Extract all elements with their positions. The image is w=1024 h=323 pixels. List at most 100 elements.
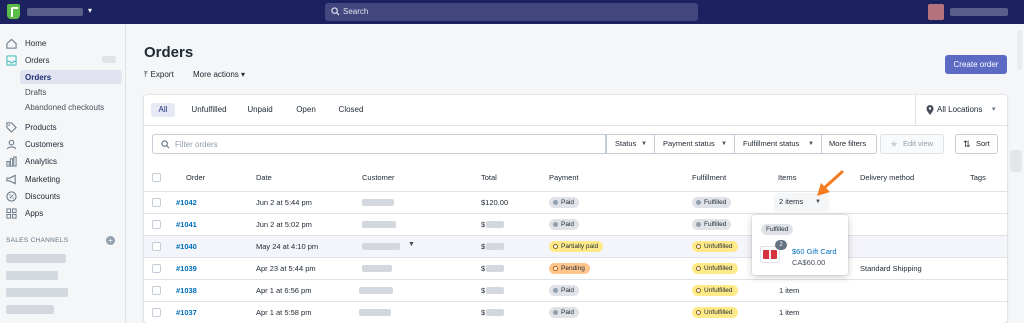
sidebar-item-label: Orders bbox=[25, 56, 50, 65]
payment-status-badge: Paid bbox=[549, 285, 580, 296]
items-count: 1 item bbox=[779, 286, 800, 295]
scrollbar[interactable] bbox=[1017, 30, 1022, 70]
sidebar-item-apps[interactable]: Apps bbox=[0, 206, 126, 221]
order-total: $ bbox=[481, 220, 486, 229]
sales-channel-redacted[interactable] bbox=[6, 271, 58, 280]
search-icon bbox=[331, 7, 340, 16]
upload-icon: ⤒ bbox=[144, 70, 148, 79]
sidebar-item-discounts[interactable]: Discounts bbox=[0, 189, 126, 204]
order-number-link[interactable]: #1039 bbox=[176, 264, 197, 273]
row-checkbox[interactable] bbox=[152, 198, 161, 207]
table-row[interactable]: #1040 May 24 at 4:10 pm ▼ $ Partially pa… bbox=[144, 236, 1007, 258]
table-row[interactable]: #1038 Apr 1 at 6:56 pm $ Paid Unfulfille… bbox=[144, 280, 1007, 302]
order-date: Jun 2 at 5:02 pm bbox=[256, 220, 312, 229]
tab-closed[interactable]: Closed bbox=[333, 103, 369, 117]
sort-button[interactable]: ⇅ Sort bbox=[955, 134, 998, 154]
order-total: $ bbox=[481, 308, 486, 317]
column-header-customer[interactable]: Customer bbox=[362, 173, 395, 182]
sidebar-item-home[interactable]: Home bbox=[0, 36, 126, 51]
tab-unfulfilled[interactable]: Unfulfilled bbox=[183, 103, 235, 117]
column-header-delivery-method[interactable]: Delivery method bbox=[860, 173, 914, 182]
tab-all[interactable]: All bbox=[151, 103, 175, 117]
sidebar-item-label: Customers bbox=[25, 140, 64, 149]
sales-channel-redacted[interactable] bbox=[6, 305, 54, 314]
popover-fulfillment-badge: Fulfilled bbox=[761, 224, 794, 235]
table-row[interactable]: #1039 Apr 23 at 5:44 pm $ Pending Unfulf… bbox=[144, 258, 1007, 280]
table-header: Order Date Customer Total Payment Fulfil… bbox=[144, 165, 1007, 192]
order-number-link[interactable]: #1041 bbox=[176, 220, 197, 229]
side-panel-handle[interactable] bbox=[1010, 150, 1022, 172]
tab-unpaid[interactable]: Unpaid bbox=[242, 103, 278, 117]
sidebar-item-customers[interactable]: Customers bbox=[0, 137, 126, 152]
avatar[interactable] bbox=[928, 4, 944, 20]
row-checkbox[interactable] bbox=[152, 242, 161, 251]
location-selector[interactable]: All Locations ▾ bbox=[915, 95, 1007, 125]
sidebar-subitem-drafts[interactable]: Drafts bbox=[20, 85, 122, 99]
payment-status-filter-button[interactable]: Payment status ▼ bbox=[655, 134, 735, 154]
store-name-redacted[interactable] bbox=[27, 8, 83, 16]
customer-name-redacted bbox=[362, 199, 394, 206]
column-header-tags[interactable]: Tags bbox=[970, 173, 986, 182]
column-header-order[interactable]: Order bbox=[186, 173, 205, 182]
column-header-total[interactable]: Total bbox=[481, 173, 497, 182]
table-row[interactable]: #1042 Jun 2 at 5:44 pm $120.00 Paid Fulf… bbox=[144, 192, 1007, 214]
star-icon: ★ bbox=[890, 139, 899, 149]
sales-channel-redacted[interactable] bbox=[6, 254, 66, 263]
filter-orders-input[interactable]: Filter orders bbox=[152, 134, 606, 154]
fulfillment-status-badge: Fulfilled bbox=[692, 197, 732, 208]
column-header-items[interactable]: Items bbox=[778, 173, 796, 182]
order-number-link[interactable]: #1042 bbox=[176, 198, 197, 207]
status-filter-label: Status bbox=[615, 139, 637, 148]
sales-channel-redacted[interactable] bbox=[6, 288, 68, 297]
product-link[interactable]: $60 Gift Card bbox=[792, 247, 837, 256]
order-date: Jun 2 at 5:44 pm bbox=[256, 198, 312, 207]
sidebar-item-products[interactable]: Products bbox=[0, 120, 126, 135]
row-checkbox[interactable] bbox=[152, 286, 161, 295]
sales-channels-heading: SALES CHANNELS bbox=[6, 237, 69, 244]
items-popover: Fulfilled 2 $60 Gift Card CA$60.00 bbox=[752, 215, 848, 275]
location-pin-icon bbox=[926, 105, 934, 115]
order-number-link[interactable]: #1040 bbox=[176, 242, 197, 251]
order-date: Apr 1 at 5:58 pm bbox=[256, 308, 312, 317]
row-checkbox[interactable] bbox=[152, 308, 161, 317]
select-all-checkbox[interactable] bbox=[152, 173, 161, 182]
delivery-method: Standard Shipping bbox=[860, 264, 922, 273]
page-title: Orders bbox=[144, 44, 194, 61]
customer-icon bbox=[6, 139, 17, 150]
create-order-button[interactable]: Create order bbox=[945, 55, 1007, 74]
search-bar[interactable]: Search bbox=[325, 3, 698, 21]
tab-open[interactable]: Open bbox=[289, 103, 323, 117]
edit-view-button[interactable]: ★ Edit view bbox=[880, 134, 944, 154]
shopify-logo-icon[interactable] bbox=[7, 4, 20, 19]
column-header-date[interactable]: Date bbox=[256, 173, 272, 182]
row-checkbox[interactable] bbox=[152, 264, 161, 273]
top-bar: ▾ Search bbox=[0, 0, 1024, 24]
orders-count-redacted bbox=[102, 56, 116, 63]
user-name-redacted[interactable] bbox=[950, 8, 1008, 16]
sidebar-item-label: Home bbox=[25, 39, 47, 48]
order-number-link[interactable]: #1038 bbox=[176, 286, 197, 295]
sidebar-subitem-orders[interactable]: Orders bbox=[20, 70, 122, 84]
table-row[interactable]: #1037 Apr 1 at 5:58 pm $ Paid Unfulfille… bbox=[144, 302, 1007, 323]
sidebar-item-label: Products bbox=[25, 123, 57, 132]
export-button[interactable]: ⤒ Export bbox=[144, 70, 174, 80]
column-header-payment[interactable]: Payment bbox=[549, 173, 579, 182]
row-checkbox[interactable] bbox=[152, 220, 161, 229]
chevron-down-icon[interactable]: ▼ bbox=[408, 241, 415, 248]
order-number-link[interactable]: #1037 bbox=[176, 308, 197, 317]
table-row[interactable]: #1041 Jun 2 at 5:02 pm $ Paid Fulfilled bbox=[144, 214, 1007, 236]
orders-card: All Unfulfilled Unpaid Open Closed All L… bbox=[144, 95, 1007, 323]
gift-card-icon bbox=[763, 250, 777, 259]
chevron-down-icon[interactable]: ▾ bbox=[88, 6, 92, 15]
more-actions-button[interactable]: More actions ▾ bbox=[193, 70, 245, 79]
add-sales-channel-icon[interactable]: + bbox=[106, 236, 115, 245]
fulfillment-status-filter-button[interactable]: Fulfillment status ▼ bbox=[735, 134, 822, 154]
status-filter-button[interactable]: Status ▼ bbox=[606, 134, 655, 154]
order-total-redacted bbox=[486, 221, 504, 228]
items-count: 2 items bbox=[779, 197, 804, 206]
column-header-fulfillment[interactable]: Fulfillment bbox=[692, 173, 726, 182]
sidebar-item-analytics[interactable]: Analytics bbox=[0, 154, 126, 169]
more-filters-button[interactable]: More filters bbox=[822, 134, 877, 154]
sidebar-subitem-abandoned-checkouts[interactable]: Abandoned checkouts bbox=[20, 100, 122, 114]
sidebar-item-marketing[interactable]: Marketing bbox=[0, 172, 126, 187]
